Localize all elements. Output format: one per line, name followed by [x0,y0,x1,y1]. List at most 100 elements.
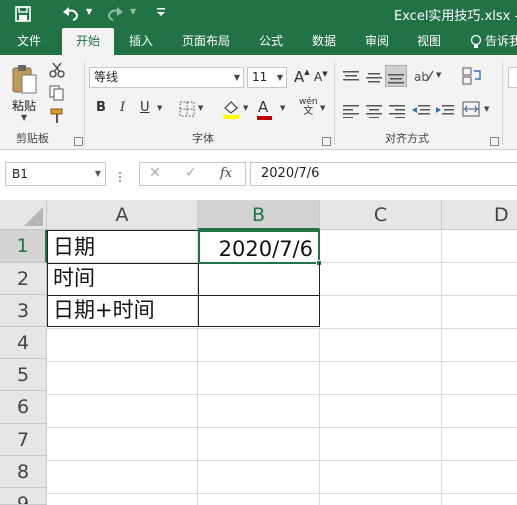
cell-b1[interactable]: 2020/7/6 [198,230,320,264]
formula-bar-grip-icon[interactable] [118,168,122,183]
column-header-c[interactable]: C [320,200,442,230]
cell-b2[interactable] [198,263,320,296]
increase-indent-icon[interactable] [436,103,454,117]
align-center-icon[interactable] [366,103,382,118]
alignment-launcher-icon[interactable] [490,137,499,146]
cell-a3[interactable]: 日期+时间 [47,295,199,327]
borders-dropdown-icon[interactable]: ▼ [198,104,203,112]
undo-icon[interactable] [60,4,82,24]
merge-dropdown-icon[interactable]: ▼ [484,105,489,113]
bold-button[interactable]: B [96,100,106,115]
formula-buttons: ✕ ✓ fx [139,162,246,186]
grow-font-arrow-icon: ▲ [304,68,310,76]
underline-button[interactable]: U [140,100,150,115]
cell-b3[interactable] [198,295,320,327]
column-header-a[interactable]: A [47,200,198,230]
ribbon-separator [502,61,503,145]
middle-align-icon[interactable] [366,69,382,83]
tab-formulas[interactable]: 公式 [250,28,292,55]
tab-file[interactable]: 文件 [2,28,56,55]
orientation-dropdown-icon[interactable]: ▼ [436,71,441,79]
clipboard-group-label: 剪贴板 [16,132,49,145]
align-left-icon[interactable] [343,103,359,118]
ribbon-separator [334,61,335,145]
tab-home[interactable]: 开始 [62,28,114,55]
enter-icon[interactable]: ✓ [185,165,197,181]
borders-icon[interactable] [179,101,195,117]
paste-icon[interactable] [10,63,40,95]
copy-icon[interactable] [49,85,65,101]
font-color-dropdown-icon[interactable]: ▼ [280,104,285,112]
formula-input[interactable]: 2020/7/6 [250,162,517,186]
cancel-icon[interactable]: ✕ [149,165,161,181]
font-color-button[interactable]: A [257,98,272,120]
lightbulb-icon [470,34,482,50]
font-launcher-icon[interactable] [322,137,331,146]
svg-text:ab: ab [414,70,429,84]
font-size-value: 11 [252,70,268,84]
font-color-bar [257,116,272,120]
row-header-6[interactable]: 6 [0,391,47,424]
font-name-combo[interactable]: 等线 ▼ [89,67,244,88]
row-header-2[interactable]: 2 [0,263,47,295]
phonetic-dropdown-icon[interactable]: ▼ [320,104,325,112]
name-box-dropdown-icon[interactable]: ▼ [95,163,101,185]
font-size-dropdown-icon[interactable]: ▼ [277,68,283,87]
clipboard-launcher-icon[interactable] [74,137,83,146]
tab-page-layout[interactable]: 页面布局 [170,28,242,55]
tab-view[interactable]: 视图 [406,28,452,55]
tab-tell-me[interactable]: 告诉我 [485,28,517,55]
underline-dropdown-icon[interactable]: ▼ [157,104,162,112]
font-group-label: 字体 [192,132,214,145]
top-align-icon[interactable] [343,69,359,83]
row-header-4[interactable]: 4 [0,327,47,359]
font-name-dropdown-icon[interactable]: ▼ [234,68,240,87]
redo-dropdown-icon[interactable]: ▼ [130,7,136,16]
merge-center-icon[interactable] [462,101,480,117]
number-group-partial[interactable] [508,67,517,88]
tab-insert[interactable]: 插入 [118,28,164,55]
save-icon[interactable] [14,5,32,23]
cell-a2[interactable]: 时间 [47,263,199,296]
tab-review[interactable]: 审阅 [354,28,400,55]
fill-color-dropdown-icon[interactable]: ▼ [243,104,248,112]
italic-button[interactable]: I [120,100,125,115]
row-header-9[interactable]: 9 [0,488,47,505]
column-header-b[interactable]: B [198,200,320,230]
insert-function-icon[interactable]: fx [220,166,232,181]
row-header-7[interactable]: 7 [0,424,47,456]
name-box[interactable]: B1 ▼ [5,162,106,186]
format-painter-icon[interactable] [49,108,65,124]
row-header-1[interactable]: 1 [0,230,47,263]
fill-color-icon[interactable] [222,99,240,119]
row-header-3[interactable]: 3 [0,295,47,327]
font-size-combo[interactable]: 11 ▼ [247,67,287,88]
paste-button-label[interactable]: 粘贴 [12,97,36,114]
grow-font-label: A [294,68,305,86]
redo-icon[interactable] [104,4,126,24]
paste-dropdown-icon[interactable]: ▼ [21,113,27,122]
font-color-label: A [258,98,269,116]
bottom-align-icon[interactable] [385,65,407,87]
tab-data[interactable]: 数据 [302,28,346,55]
shrink-font-button[interactable]: A▼ [314,70,328,84]
wrap-text-icon[interactable] [462,67,482,85]
orientation-icon[interactable]: ab [413,67,435,85]
cut-icon[interactable] [49,62,65,78]
ribbon-tabs: 文件 开始 插入 页面布局 公式 数据 审阅 视图 告诉我 [0,28,517,55]
customize-quick-access-icon[interactable] [155,4,167,20]
row-header-5[interactable]: 5 [0,359,47,391]
cell-a1[interactable]: 日期 [47,230,199,264]
undo-dropdown-icon[interactable]: ▼ [86,7,92,16]
phonetic-guide-button[interactable]: wén 文 [299,97,318,117]
select-all-button[interactable] [0,200,47,230]
column-header-d[interactable]: D [442,200,517,230]
align-right-icon[interactable] [389,103,405,118]
title-bar: ▼ ▼ Excel实用技巧.xlsx - E [0,0,517,28]
decrease-indent-icon[interactable] [412,103,430,117]
grow-font-button[interactable]: A▲ [294,68,310,86]
phonetic-guide-icon: 文 [303,106,314,117]
ribbon-separator [84,61,85,145]
shrink-font-arrow-icon: ▼ [322,70,328,78]
row-header-8[interactable]: 8 [0,456,47,488]
